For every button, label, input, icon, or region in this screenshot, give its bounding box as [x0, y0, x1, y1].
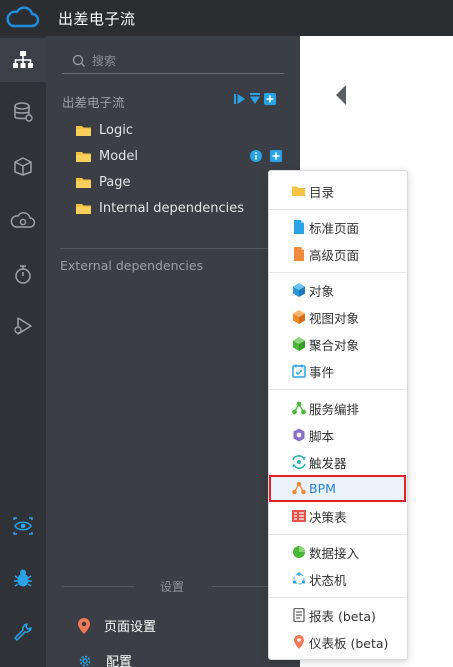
config-label: 配置	[106, 655, 133, 667]
cube-icon	[293, 283, 305, 297]
sitemap-icon[interactable]	[0, 38, 46, 82]
pin-icon	[294, 635, 304, 649]
project-title: 出差电子流	[62, 95, 125, 110]
menu-item-view-object[interactable]: 视图对象	[269, 304, 407, 330]
menu-divider	[269, 534, 407, 535]
app-window: 出差电子流 搜索 出差电子流 Logic Model Page Internal…	[0, 0, 453, 667]
location-pin-icon	[78, 617, 90, 634]
tree-item-label: Logic	[99, 122, 133, 138]
menu-item-script[interactable]: 脚本	[269, 422, 407, 448]
section-toolbar	[234, 93, 276, 105]
page-settings-item[interactable]: 页面设置	[78, 616, 156, 635]
tree-item-model[interactable]: Model	[76, 145, 290, 167]
menu-item-report[interactable]: 报表 (beta)	[269, 602, 407, 628]
tree-item-label: Page	[99, 174, 131, 190]
cube-green-icon	[293, 337, 305, 351]
menu-item-data-access[interactable]: 数据接入	[269, 539, 407, 565]
timer-icon[interactable]	[0, 252, 46, 296]
tree-item-label: Model	[99, 148, 139, 164]
expand-right-icon[interactable]	[234, 93, 246, 105]
menu-item-trigger[interactable]: 触发器	[269, 449, 407, 475]
trigger-icon	[292, 455, 306, 469]
script-icon	[293, 428, 305, 442]
new-item-menu: 目录 标准页面 高级页面 对象 视图对象 聚合对象 事件 服务编排 脚本 触发器…	[268, 170, 408, 660]
search-input[interactable]: 搜索	[62, 48, 284, 74]
eye-icon[interactable]	[0, 504, 46, 548]
menu-item-decision-table[interactable]: 决策表	[269, 503, 407, 529]
page-orange-icon	[294, 247, 304, 261]
folder-icon	[76, 203, 91, 214]
menu-divider	[269, 597, 407, 598]
info-icon[interactable]	[250, 150, 262, 162]
menu-divider	[269, 209, 407, 210]
menu-item-service-orchestration[interactable]: 服务编排	[269, 395, 407, 421]
menu-divider	[269, 389, 407, 390]
external-dependencies-title[interactable]: External dependencies	[60, 258, 203, 273]
cloud-logo-icon[interactable]	[0, 0, 46, 36]
page-icon	[294, 220, 304, 234]
left-rail	[0, 36, 46, 667]
collapse-down-icon[interactable]	[249, 93, 261, 105]
search-placeholder: 搜索	[92, 54, 117, 68]
state-icon	[292, 572, 306, 585]
menu-item-advanced-page[interactable]: 高级页面	[269, 241, 407, 267]
bug-icon[interactable]	[0, 556, 46, 600]
menu-item-object[interactable]: 对象	[269, 277, 407, 303]
top-bar-right	[301, 0, 453, 36]
menu-item-bpm[interactable]: BPM	[269, 475, 406, 502]
config-item[interactable]: 配置	[78, 651, 132, 667]
divider	[212, 586, 272, 587]
explorer-panel: 搜索 出差电子流 Logic Model Page Internal depen…	[46, 36, 346, 667]
package-icon[interactable]	[0, 144, 46, 188]
database-icon[interactable]	[0, 90, 46, 134]
tree-item-logic[interactable]: Logic	[76, 119, 133, 141]
cube-orange-icon	[293, 310, 305, 324]
table-icon	[292, 510, 306, 522]
menu-item-state-machine[interactable]: 状态机	[269, 566, 407, 592]
folder-icon	[76, 151, 91, 162]
app-title: 出差电子流	[58, 9, 136, 28]
flow-icon	[292, 401, 306, 415]
menu-item-dashboard[interactable]: 仪表板 (beta)	[269, 629, 407, 655]
folder-icon	[76, 177, 91, 188]
menu-item-directory[interactable]: 目录	[269, 178, 407, 204]
menu-divider	[269, 272, 407, 273]
add-icon[interactable]	[264, 93, 276, 105]
pie-icon	[293, 546, 305, 558]
divider	[60, 248, 270, 249]
bpm-icon	[292, 481, 306, 495]
tree-item-internal-dependencies[interactable]: Internal dependencies	[76, 197, 244, 219]
report-icon	[293, 608, 305, 622]
event-icon	[292, 364, 306, 378]
top-bar: 出差电子流	[0, 0, 453, 36]
folder-icon	[292, 186, 305, 196]
divider	[62, 586, 134, 587]
gear-icon	[79, 655, 91, 666]
menu-item-event[interactable]: 事件	[269, 358, 407, 384]
menu-item-standard-page[interactable]: 标准页面	[269, 214, 407, 240]
cloud-gear-icon[interactable]	[0, 198, 46, 242]
collapse-panel-icon[interactable]	[336, 85, 346, 105]
search-icon	[72, 54, 85, 67]
page-settings-label: 页面设置	[104, 620, 157, 635]
settings-section-label: 设置	[160, 580, 185, 594]
folder-icon	[76, 125, 91, 136]
wrench-icon[interactable]	[0, 610, 46, 654]
tree-item-label: Internal dependencies	[99, 200, 244, 216]
menu-item-aggregate-object[interactable]: 聚合对象	[269, 331, 407, 357]
play-settings-icon[interactable]	[0, 304, 46, 348]
tree-item-page[interactable]: Page	[76, 171, 130, 193]
add-icon[interactable]	[270, 150, 282, 162]
